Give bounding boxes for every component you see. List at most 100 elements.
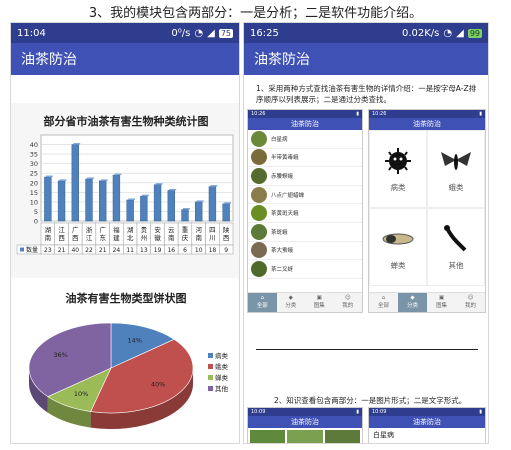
- bottom-nav: ⌂ 全部 ◆ 分类 ▣ 图集 ☺ 我的: [369, 292, 485, 312]
- category-label: 广: [72, 225, 79, 234]
- category-label: 西: [72, 234, 79, 242]
- signal-icon: ◢: [207, 27, 215, 39]
- data-table-value: 18: [209, 247, 217, 254]
- pest-name: 茶二叉蚜: [271, 266, 294, 273]
- nav-item[interactable]: ☺ 我的: [456, 293, 485, 312]
- mini-status-time: 10:09: [251, 409, 266, 415]
- category-label: 贵: [141, 225, 148, 234]
- pest-name: 八点广翅蜡蝉: [271, 192, 305, 199]
- mini-status-icons: ▮: [479, 111, 482, 117]
- data-table-value: 40: [71, 247, 79, 254]
- data-table-value: 21: [99, 247, 107, 254]
- category-cell[interactable]: 蝉类: [369, 208, 427, 286]
- pest-thumbnail: [251, 149, 267, 166]
- pest-list-item[interactable]: 茶黄斑天蛾: [248, 204, 362, 223]
- pest-list-item[interactable]: 茶大蚕蛾: [248, 242, 362, 261]
- bar-top: [196, 200, 204, 202]
- nav-item[interactable]: ◆ 分类: [398, 293, 427, 312]
- bar: [57, 180, 66, 222]
- nav-item[interactable]: ◆ 分类: [277, 293, 306, 312]
- bar-top: [141, 194, 149, 197]
- category-label: 江: [58, 226, 65, 234]
- y-tick-label: 20: [30, 179, 38, 187]
- category-label: 河: [195, 226, 202, 234]
- bar-top: [128, 198, 136, 200]
- pest-name: 半带黄毒蛾: [271, 155, 299, 162]
- nav-label: 分类: [285, 303, 297, 309]
- nav-item[interactable]: ▣ 图集: [427, 293, 456, 312]
- status-icons: 0.02K/s ◔ ◢ 99: [402, 28, 482, 39]
- nav-icon: ⌂: [260, 295, 265, 301]
- pie-chart-title: 油茶有害生物类型饼状图: [65, 292, 187, 305]
- category-label: 建: [113, 233, 120, 242]
- nav-item[interactable]: ☺ 我的: [334, 293, 363, 312]
- moth-icon: [441, 151, 471, 170]
- battery-icon: 99: [467, 28, 482, 38]
- cicada-icon: [382, 233, 414, 244]
- bar-top: [183, 208, 190, 210]
- legend-label: 蝉类: [215, 373, 229, 382]
- pest-list-item[interactable]: 半带黄毒蛾: [248, 149, 362, 168]
- pie-value-label: 40%: [151, 380, 165, 388]
- category-label: 陕: [223, 225, 230, 234]
- app-title: 油茶防治: [244, 43, 488, 75]
- pest-name: 白星病: [271, 136, 288, 143]
- pest-list-item[interactable]: 白星病: [248, 130, 362, 149]
- bar-top: [155, 183, 163, 185]
- virus-icon: [385, 147, 411, 174]
- pest-list-item[interactable]: 八点广翅蜡蝉: [248, 186, 362, 205]
- bar-top: [73, 143, 81, 145]
- status-icons: 0⁰/s ◔ ◢ 75: [171, 28, 233, 39]
- nav-label: 我的: [342, 303, 354, 309]
- pest-list-item[interactable]: 赤腰螟蛾: [248, 167, 362, 186]
- bar: [140, 195, 148, 222]
- category-label: 其他: [448, 260, 464, 270]
- mini-status-bar: 10:09 ▮: [248, 408, 362, 416]
- caption: 3、我的模块包含两部分：一是分析；二是软件功能介绍。: [88, 6, 423, 21]
- data-table-value: 22: [85, 247, 93, 254]
- pie-chart: 14% 40% 10% 36% 病类蛾类蝉类其他: [28, 322, 229, 429]
- data-table-value: 9: [224, 247, 228, 254]
- category-label: 蝉类: [390, 260, 406, 270]
- network-speed: 0.02K/s: [401, 27, 440, 39]
- category-cell[interactable]: 病类: [369, 130, 427, 208]
- category-label: 广: [99, 225, 106, 234]
- data-table-value: 23: [44, 247, 52, 254]
- divider: [256, 349, 478, 350]
- pest-list-item[interactable]: 茶二叉蚜: [248, 260, 362, 279]
- bottom-nav: ⌂ 全部 ◆ 分类 ▣ 图集 ☺ 我的: [248, 292, 362, 312]
- category-label: 徽: [154, 233, 161, 242]
- pest-name: 茶大蚕蛾: [271, 248, 294, 255]
- category-label: 庆: [182, 233, 189, 242]
- category-cell[interactable]: 蛾类: [427, 130, 485, 208]
- pest-thumbnail: [251, 260, 267, 277]
- nav-item[interactable]: ▣ 图集: [305, 293, 334, 312]
- nav-label: 图集: [435, 303, 447, 309]
- bar: [71, 144, 79, 222]
- data-table-value: 13: [140, 247, 148, 254]
- pest-list-item[interactable]: 茶斑蛾: [248, 223, 362, 242]
- app-title: 油茶防治: [11, 43, 239, 75]
- pest-thumbnail: [251, 167, 267, 184]
- status-bar: 11:04 0⁰/s ◔ ◢ 75: [11, 23, 239, 43]
- nav-item[interactable]: ⌂ 全部: [369, 293, 398, 312]
- note-2: 2、知识查看包含两部分：一是图片形式；二是文字形式。: [274, 396, 467, 405]
- bar: [195, 201, 203, 222]
- mini-app-title: 油茶防治: [369, 118, 485, 130]
- gallery-image: [324, 430, 360, 443]
- y-tick-label: 5: [34, 208, 38, 216]
- network-speed: 0⁰/s: [171, 27, 191, 39]
- mini-status-icons: ▮: [356, 111, 359, 117]
- note-1: 1、采用两种方式查找油茶有害生物的详情介绍：一是按字母A-Z排序顺序以列表展示；…: [256, 84, 477, 104]
- status-time: 11:04: [17, 27, 46, 39]
- battery-icon: 75: [218, 28, 233, 38]
- nav-label: 分类: [406, 303, 418, 309]
- nav-item[interactable]: ⌂ 全部: [248, 293, 277, 312]
- y-tick-label: 35: [30, 151, 38, 159]
- category-cell[interactable]: 其他: [427, 208, 485, 286]
- legend-label: 数量: [26, 246, 38, 254]
- y-tick-label: 0: [34, 218, 38, 226]
- caterpillar-icon: [444, 224, 467, 251]
- gallery-image: [250, 430, 286, 443]
- gallery-image: [287, 430, 323, 443]
